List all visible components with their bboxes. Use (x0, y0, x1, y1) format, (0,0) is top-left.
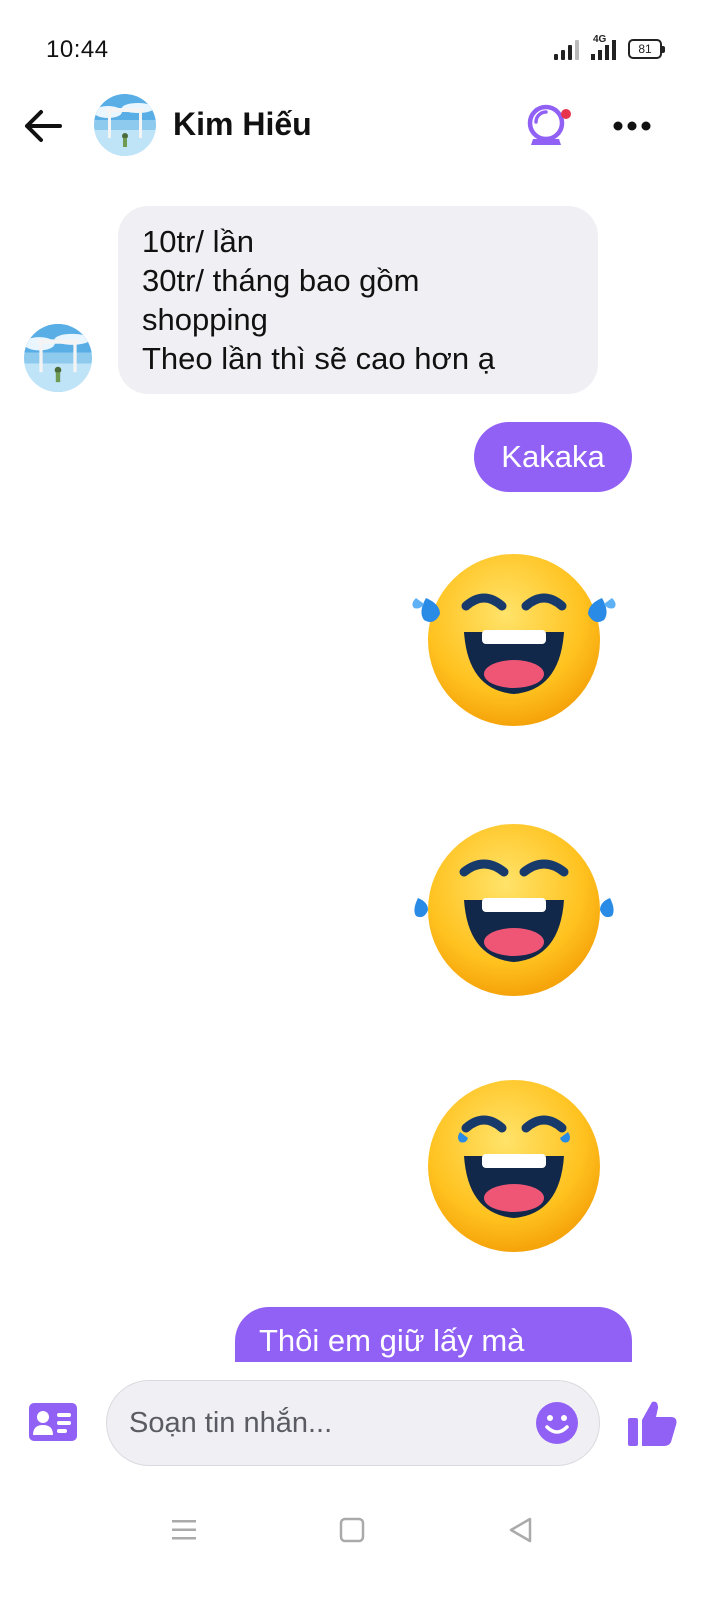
status-time: 10:44 (46, 36, 109, 63)
battery-icon: 81 (628, 39, 665, 59)
message-text: Thôi em giữ lấy mà (259, 1323, 525, 1358)
laughing-tears-emoji-sticker[interactable] (404, 1066, 624, 1266)
laughing-tears-emoji-icon (412, 554, 616, 726)
message-composer (0, 1378, 720, 1470)
contact-name[interactable]: Kim Hiếu (173, 106, 312, 143)
network-type: 4G (593, 34, 607, 45)
laughing-tears-emoji-icon (428, 1080, 600, 1252)
laughing-tears-emoji-sticker[interactable] (404, 540, 624, 740)
message-line: 30tr/ tháng bao gồm (142, 263, 420, 298)
message-input[interactable] (129, 1381, 519, 1465)
system-navigation-bar (0, 1490, 720, 1600)
emoji-button[interactable] (535, 1401, 579, 1445)
incoming-message-bubble[interactable]: 10tr/ lần 30tr/ tháng bao gồm shopping T… (118, 206, 598, 394)
laughing-tears-emoji-sticker[interactable] (404, 810, 624, 1010)
back-button[interactable] (20, 104, 66, 148)
avatar-image (94, 94, 156, 156)
home-button[interactable] (332, 1510, 372, 1550)
status-icons: 4G 81 (554, 34, 665, 60)
contact-card-button[interactable] (28, 1402, 78, 1442)
more-horizontal-icon (613, 121, 651, 131)
header-action-button[interactable] (522, 102, 578, 150)
contact-card-icon (29, 1403, 77, 1441)
status-bar: 10:44 4G 81 (0, 0, 720, 100)
laughing-tears-emoji-icon (414, 824, 614, 996)
smiley-icon (536, 1402, 578, 1444)
like-button[interactable] (626, 1398, 680, 1448)
signal-icon (554, 38, 579, 60)
square-icon (339, 1517, 365, 1543)
back-nav-button[interactable] (500, 1510, 540, 1550)
outgoing-message-bubble[interactable]: Kakaka (474, 422, 632, 492)
battery-level: 81 (638, 42, 652, 56)
recent-apps-button[interactable] (164, 1510, 204, 1550)
message-text: Kakaka (501, 439, 605, 474)
arrow-left-icon (25, 110, 62, 142)
thumbs-up-icon (628, 1401, 677, 1446)
sender-avatar[interactable] (24, 324, 92, 392)
outgoing-message-bubble[interactable]: Thôi em giữ lấy mà (235, 1307, 632, 1362)
message-line: 10tr/ lần (142, 224, 255, 259)
message-line: Theo lần thì sẽ cao hơn ạ (142, 341, 495, 376)
crystal-ball-icon (527, 104, 571, 145)
triangle-back-icon (509, 1517, 532, 1543)
message-list[interactable]: 10tr/ lần 30tr/ tháng bao gồm shopping T… (0, 190, 720, 1362)
chat-header: Kim Hiếu (0, 90, 720, 162)
message-line: shopping (142, 302, 268, 337)
message-input-wrapper (106, 1380, 600, 1466)
more-options-button[interactable] (608, 104, 656, 148)
contact-avatar[interactable] (94, 94, 156, 156)
menu-icon (172, 1520, 196, 1540)
mobile-data-icon: 4G (591, 34, 616, 60)
avatar-image (24, 324, 92, 392)
